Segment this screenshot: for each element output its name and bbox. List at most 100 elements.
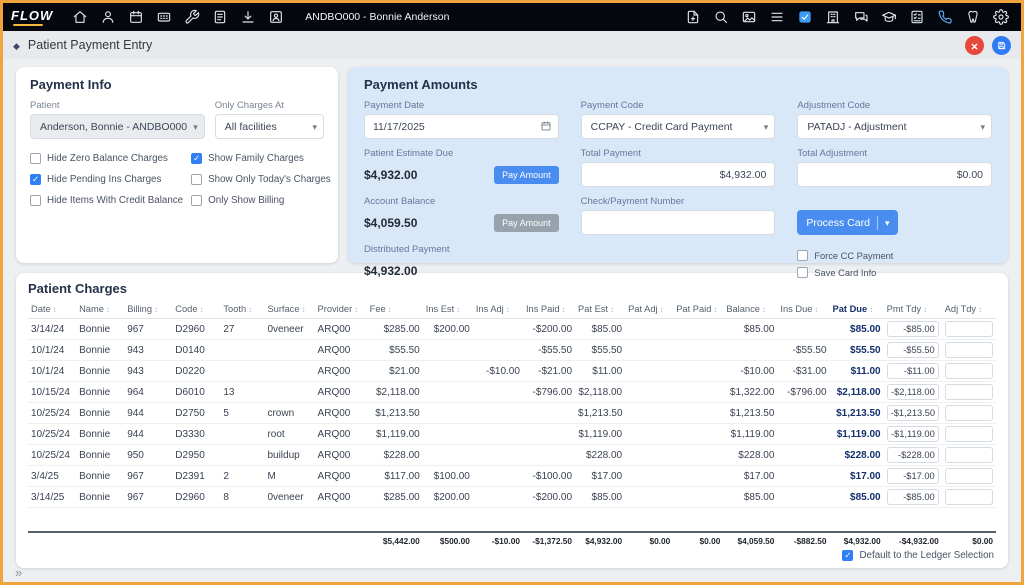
total-payment-input[interactable] [581,162,776,187]
imaging-icon[interactable] [741,9,757,25]
total-adjustment-input[interactable] [797,162,992,187]
col-header-pat-est[interactable]: Pat Est [575,300,625,319]
col-header-ins-adj[interactable]: Ins Adj [473,300,523,319]
charge-row[interactable]: 3/14/25Bonnie967D296080veneerARQ00$285.0… [28,487,996,508]
adj-tdy-input[interactable] [945,426,993,442]
charge-row[interactable]: 10/25/24Bonnie944D3330rootARQ00$1,119.00… [28,424,996,445]
col-header-ins-paid[interactable]: Ins Paid [523,300,575,319]
checkbox-option[interactable]: Hide Zero Balance Charges [30,153,183,164]
checklist-icon[interactable] [909,9,925,25]
adj-tdy-input[interactable] [945,489,993,505]
checkbox-option[interactable]: Show Only Today's Charges [191,174,331,185]
checkbox[interactable] [191,153,202,164]
col-header-surface[interactable]: Surface [264,300,314,319]
payment-code-select[interactable]: CCPAY - Credit Card Payment [581,114,776,139]
charge-row[interactable]: 10/15/24Bonnie964D601013ARQ00$2,118.00-$… [28,382,996,403]
facility-select[interactable]: All facilities [215,114,324,139]
adj-tdy-input[interactable] [945,342,993,358]
col-header-ins-due[interactable]: Ins Due [777,300,829,319]
col-header-code[interactable]: Code [172,300,220,319]
col-header-balance[interactable]: Balance [723,300,777,319]
patient-icon[interactable] [100,9,116,25]
patient-select[interactable]: Anderson, Bonnie - ANDBO000 [30,114,205,139]
checkbox[interactable] [797,267,808,278]
pmt-tdy-input[interactable] [887,363,939,379]
messages-icon[interactable] [853,9,869,25]
education-icon[interactable] [881,9,897,25]
col-header-provider[interactable]: Provider [315,300,367,319]
calendar-icon[interactable] [540,120,552,132]
flow-logo[interactable]: FLOW [11,9,53,26]
charge-row[interactable]: 3/4/25Bonnie967D23912MARQ00$117.00$100.0… [28,466,996,487]
home-icon[interactable] [72,9,88,25]
charge-row[interactable]: 10/25/24Bonnie950D2950buildupARQ00$228.0… [28,445,996,466]
checkbox-option[interactable]: Save Card Info [797,267,992,278]
charge-row[interactable]: 10/1/24Bonnie943D0220ARQ00$21.00-$10.00-… [28,361,996,382]
pmt-tdy-input[interactable] [887,321,939,337]
adj-tdy-input[interactable] [945,405,993,421]
checkbox[interactable] [842,550,853,561]
checkbox-option[interactable]: Force CC Payment [797,250,992,261]
adj-tdy-input[interactable] [945,363,993,379]
col-header-pmt-tdy[interactable]: Pmt Tdy [884,300,942,319]
charge-row[interactable]: 10/1/24Bonnie943D0140ARQ00$55.50-$55.50$… [28,340,996,361]
col-header-name[interactable]: Name [76,300,124,319]
col-header-date[interactable]: Date [28,300,76,319]
tasks-icon[interactable] [797,9,813,25]
tools-icon[interactable] [184,9,200,25]
checkbox[interactable] [30,174,41,185]
download-icon[interactable] [240,9,256,25]
settings-icon[interactable] [993,9,1009,25]
checkbox[interactable] [191,195,202,206]
payment-date-input[interactable] [364,114,559,139]
pmt-tdy-input[interactable] [887,447,939,463]
checkbox-option[interactable]: Hide Pending Ins Charges [30,174,183,185]
pmt-tdy-input[interactable] [887,468,939,484]
pay-balance-button[interactable]: Pay Amount [494,214,559,232]
adj-tdy-input[interactable] [945,321,993,337]
keypad-icon[interactable] [156,9,172,25]
adjustment-code-select[interactable]: PATADJ - Adjustment [797,114,992,139]
save-button[interactable] [992,36,1011,55]
col-header-ins-est[interactable]: Ins Est [423,300,473,319]
col-header-tooth[interactable]: Tooth [220,300,264,319]
expand-sidebar-control[interactable] [15,565,22,580]
pay-estimate-button[interactable]: Pay Amount [494,166,559,184]
col-header-pat-paid[interactable]: Pat Paid [673,300,723,319]
checkbox[interactable] [30,153,41,164]
charge-row[interactable]: 10/25/24Bonnie944D27505crownARQ00$1,213.… [28,403,996,424]
col-header-adj-tdy[interactable]: Adj Tdy [942,300,996,319]
pmt-tdy-input[interactable] [887,489,939,505]
checkbox[interactable] [30,195,41,206]
ledger-icon[interactable] [212,9,228,25]
pmt-tdy-input[interactable] [887,405,939,421]
dental-icon[interactable] [965,9,981,25]
checkbox-option[interactable]: Show Family Charges [191,153,331,164]
col-header-pat-adj[interactable]: Pat Adj [625,300,673,319]
new-document-icon[interactable] [685,9,701,25]
adj-tdy-input[interactable] [945,384,993,400]
col-header-fee[interactable]: Fee [367,300,423,319]
close-button[interactable] [965,36,984,55]
checkbox[interactable] [797,250,808,261]
checkbox-option[interactable]: Default to the Ledger Selection [842,550,994,561]
col-header-pat-due[interactable]: Pat Due [830,300,884,319]
checkbox-option[interactable]: Only Show Billing [191,195,331,206]
search-icon[interactable] [713,9,729,25]
pmt-tdy-input[interactable] [887,426,939,442]
active-patient-label[interactable]: ANDBO000 - Bonnie Anderson [305,11,449,23]
col-header-billing[interactable]: Billing [124,300,172,319]
contacts-icon[interactable] [268,9,284,25]
checkbox[interactable] [191,174,202,185]
schedule-icon[interactable] [128,9,144,25]
adj-tdy-input[interactable] [945,447,993,463]
pmt-tdy-input[interactable] [887,342,939,358]
phone-icon[interactable] [937,9,953,25]
checkbox-option[interactable]: Hide Items With Credit Balance [30,195,183,206]
adj-tdy-input[interactable] [945,468,993,484]
office-icon[interactable] [825,9,841,25]
list-icon[interactable] [769,9,785,25]
pmt-tdy-input[interactable] [887,384,939,400]
process-card-button[interactable]: Process Card [797,210,898,235]
charge-row[interactable]: 3/14/24Bonnie967D2960270veneerARQ00$285.… [28,319,996,340]
